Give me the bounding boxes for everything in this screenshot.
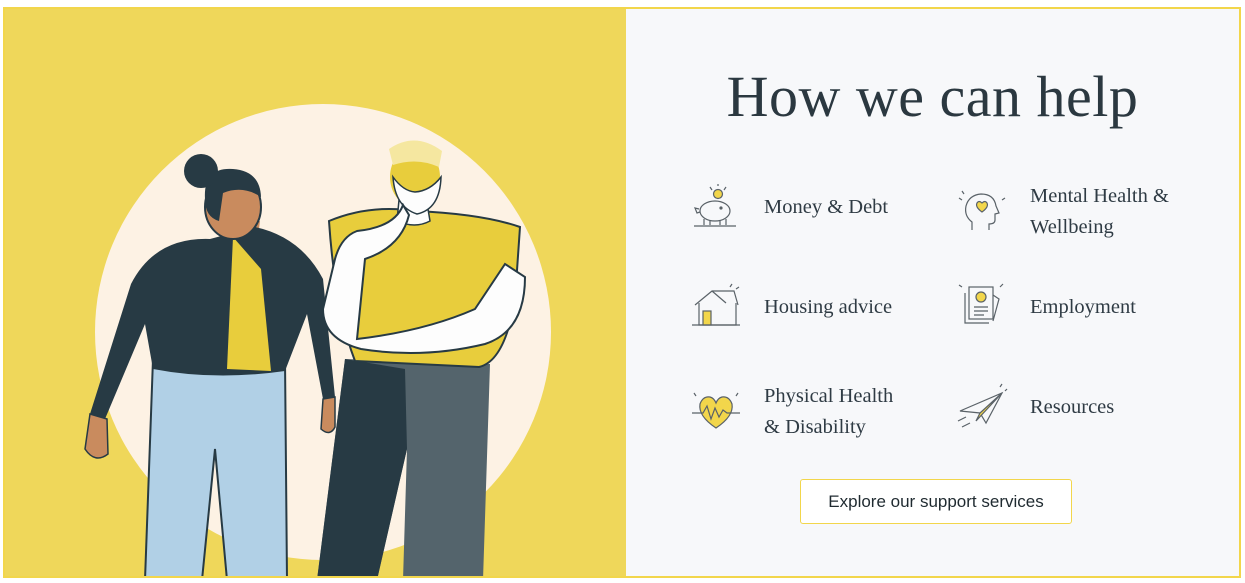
service-label: Housing advice — [764, 295, 893, 318]
illustration-graphic — [84, 104, 551, 576]
two-people-illustration — [5, 9, 626, 576]
service-item-mental-health[interactable]: Mental Health & Wellbeing — [956, 181, 1169, 243]
house-icon — [690, 281, 742, 333]
service-label: Money & Debt — [764, 195, 889, 218]
service-item-employment[interactable]: Employment — [956, 281, 1136, 333]
section-title: How we can help — [726, 64, 1139, 129]
head-heart-icon — [956, 186, 1008, 238]
heartbeat-icon — [690, 386, 742, 438]
document-badge-icon — [956, 281, 1008, 333]
service-item-resources[interactable]: Resources — [956, 381, 1114, 433]
service-label: Resources — [1030, 395, 1115, 418]
services-panel: How we can help Money & Debt Mental Heal… — [626, 9, 1239, 576]
explore-support-services-button[interactable]: Explore our support services — [800, 479, 1072, 524]
service-label: Employment — [1030, 295, 1136, 318]
service-label: Mental Health & Wellbeing — [1030, 185, 1169, 238]
service-label: Physical Health & Disability — [764, 385, 894, 438]
how-we-can-help-section: How we can help Money & Debt Mental Heal… — [3, 7, 1241, 578]
service-item-physical-health[interactable]: Physical Health & Disability — [690, 381, 893, 443]
piggy-bank-icon — [690, 181, 742, 233]
service-item-housing[interactable]: Housing advice — [690, 281, 892, 333]
paper-plane-icon — [956, 381, 1008, 433]
service-item-money-debt[interactable]: Money & Debt — [690, 181, 888, 233]
